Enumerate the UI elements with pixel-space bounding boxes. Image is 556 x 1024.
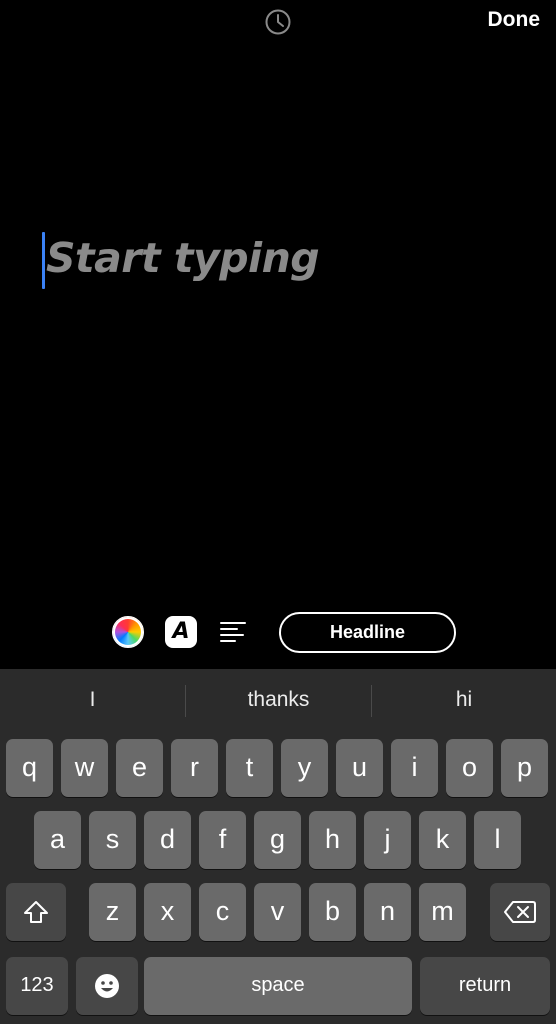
emoji-icon bbox=[95, 974, 119, 998]
key-o[interactable]: o bbox=[446, 739, 493, 797]
key-j[interactable]: j bbox=[364, 811, 411, 869]
key-z[interactable]: z bbox=[89, 883, 136, 941]
suggestion-item[interactable]: thanks bbox=[186, 681, 371, 719]
key-s[interactable]: s bbox=[89, 811, 136, 869]
backspace-icon bbox=[504, 901, 536, 923]
emoji-key[interactable] bbox=[76, 957, 138, 1015]
key-m[interactable]: m bbox=[419, 883, 466, 941]
key-n[interactable]: n bbox=[364, 883, 411, 941]
key-d[interactable]: d bbox=[144, 811, 191, 869]
key-t[interactable]: t bbox=[226, 739, 273, 797]
key-f[interactable]: f bbox=[199, 811, 246, 869]
key-y[interactable]: y bbox=[281, 739, 328, 797]
key-r[interactable]: r bbox=[171, 739, 218, 797]
keyboard: I thanks hi qwertyuiop asdfghjkl zxcvbnm… bbox=[0, 669, 556, 1024]
key-g[interactable]: g bbox=[254, 811, 301, 869]
key-p[interactable]: p bbox=[501, 739, 548, 797]
clock-icon[interactable] bbox=[264, 8, 292, 36]
text-toolbar: A Headline bbox=[0, 610, 556, 656]
key-v[interactable]: v bbox=[254, 883, 301, 941]
text-caret bbox=[42, 232, 45, 289]
key-k[interactable]: k bbox=[419, 811, 466, 869]
key-x[interactable]: x bbox=[144, 883, 191, 941]
numbers-key[interactable]: 123 bbox=[6, 957, 68, 1015]
key-u[interactable]: u bbox=[336, 739, 383, 797]
key-h[interactable]: h bbox=[309, 811, 356, 869]
key-q[interactable]: q bbox=[6, 739, 53, 797]
key-c[interactable]: c bbox=[199, 883, 246, 941]
suggestion-item[interactable]: I bbox=[0, 681, 185, 719]
text-editor[interactable]: Start typing bbox=[40, 228, 520, 292]
shift-icon bbox=[24, 901, 48, 923]
delete-key[interactable] bbox=[490, 883, 550, 941]
key-a[interactable]: a bbox=[34, 811, 81, 869]
suggestion-bar: I thanks hi bbox=[0, 669, 556, 735]
key-e[interactable]: e bbox=[116, 739, 163, 797]
shift-key[interactable] bbox=[6, 883, 66, 941]
text-align-left-icon[interactable] bbox=[219, 618, 247, 646]
text-style-button[interactable]: Headline bbox=[279, 612, 456, 653]
placeholder-text: Start typing bbox=[46, 234, 320, 282]
top-bar: Done bbox=[0, 0, 556, 44]
color-wheel-icon[interactable] bbox=[112, 616, 144, 648]
key-w[interactable]: w bbox=[61, 739, 108, 797]
font-button[interactable]: A bbox=[165, 616, 197, 648]
key-l[interactable]: l bbox=[474, 811, 521, 869]
space-key[interactable]: space bbox=[144, 957, 412, 1015]
key-i[interactable]: i bbox=[391, 739, 438, 797]
suggestion-item[interactable]: hi bbox=[372, 681, 556, 719]
done-button[interactable]: Done bbox=[488, 8, 541, 32]
return-key[interactable]: return bbox=[420, 957, 550, 1015]
key-b[interactable]: b bbox=[309, 883, 356, 941]
